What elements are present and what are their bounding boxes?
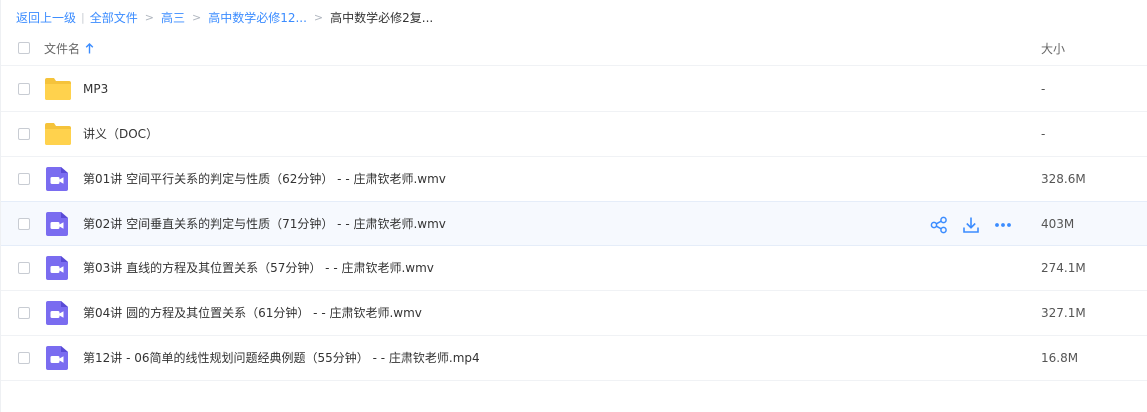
list-item[interactable]: 第04讲 圆的方程及其位置关系（61分钟） - - 庄肃钦老师.wmv 327.… (1, 291, 1147, 336)
file-size: 327.1M (1041, 306, 1086, 320)
breadcrumb-level1-link[interactable]: 高三 (161, 10, 185, 26)
more-icon[interactable] (993, 215, 1013, 235)
list-item[interactable]: MP3 - (1, 67, 1147, 112)
folder-icon (45, 123, 71, 145)
column-header-name[interactable]: 文件名 (44, 40, 94, 57)
file-name[interactable]: 第03讲 直线的方程及其位置关系（57分钟） - - 庄肃钦老师.wmv (83, 260, 434, 276)
row-checkbox[interactable] (18, 262, 30, 274)
row-checkbox[interactable] (18, 352, 30, 364)
share-icon[interactable] (929, 215, 949, 235)
folder-icon (45, 78, 71, 100)
file-size: - (1041, 127, 1046, 141)
sort-ascending-icon[interactable] (85, 43, 94, 54)
file-size: 16.8M (1041, 351, 1079, 365)
column-header-size[interactable]: 大小 (1041, 40, 1065, 57)
row-checkbox[interactable] (18, 307, 30, 319)
row-checkbox[interactable] (18, 128, 30, 140)
row-actions (929, 215, 1013, 235)
row-checkbox[interactable] (18, 218, 30, 230)
video-file-icon (46, 301, 68, 325)
list-item[interactable]: 第03讲 直线的方程及其位置关系（57分钟） - - 庄肃钦老师.wmv 274… (1, 246, 1147, 291)
video-file-icon (46, 212, 68, 236)
file-name[interactable]: 第02讲 空间垂直关系的判定与性质（71分钟） - - 庄肃钦老师.wmv (83, 216, 446, 232)
file-name[interactable]: 第04讲 圆的方程及其位置关系（61分钟） - - 庄肃钦老师.wmv (83, 305, 422, 321)
breadcrumb-chevron-icon: > (191, 11, 202, 24)
column-header-name-label: 文件名 (44, 42, 81, 56)
breadcrumb-chevron-icon: > (313, 11, 324, 24)
video-file-icon (46, 256, 68, 280)
video-file-icon (46, 167, 68, 191)
select-all-checkbox[interactable] (18, 42, 30, 54)
breadcrumb-all-files-link[interactable]: 全部文件 (90, 10, 138, 26)
file-size: 403M (1041, 217, 1075, 231)
file-name[interactable]: 第01讲 空间平行关系的判定与性质（62分钟） - - 庄肃钦老师.wmv (83, 171, 446, 187)
file-size: 328.6M (1041, 172, 1086, 186)
row-checkbox[interactable] (18, 83, 30, 95)
breadcrumb-separator: | (81, 11, 85, 24)
file-size: 274.1M (1041, 261, 1086, 275)
list-item[interactable]: 讲义（DOC） - (1, 112, 1147, 157)
breadcrumb-back-link[interactable]: 返回上一级 (16, 10, 76, 26)
download-icon[interactable] (961, 215, 981, 235)
list-header: 文件名 大小 (1, 30, 1147, 66)
file-list-panel: 返回上一级 | 全部文件 > 高三 > 高中数学必修12... > 高中数学必修… (0, 0, 1147, 412)
file-name[interactable]: MP3 (83, 81, 108, 97)
file-name[interactable]: 讲义（DOC） (83, 126, 158, 142)
breadcrumb-current: 高中数学必修2复... (330, 11, 434, 25)
file-size: - (1041, 82, 1046, 96)
breadcrumb-chevron-icon: > (144, 11, 154, 24)
list-item[interactable]: 第02讲 空间垂直关系的判定与性质（71分钟） - - 庄肃钦老师.wmv 40… (1, 201, 1147, 246)
breadcrumb-level2-link[interactable]: 高中数学必修12... (208, 10, 307, 26)
file-name[interactable]: 第12讲 - 06简单的线性规划问题经典例题（55分钟） - - 庄肃钦老师.m… (83, 350, 480, 366)
row-checkbox[interactable] (18, 173, 30, 185)
video-file-icon (46, 346, 68, 370)
list-item[interactable]: 第12讲 - 06简单的线性规划问题经典例题（55分钟） - - 庄肃钦老师.m… (1, 336, 1147, 381)
breadcrumb: 返回上一级 | 全部文件 > 高三 > 高中数学必修12... > 高中数学必修… (16, 10, 433, 26)
list-item[interactable]: 第01讲 空间平行关系的判定与性质（62分钟） - - 庄肃钦老师.wmv 32… (1, 157, 1147, 202)
